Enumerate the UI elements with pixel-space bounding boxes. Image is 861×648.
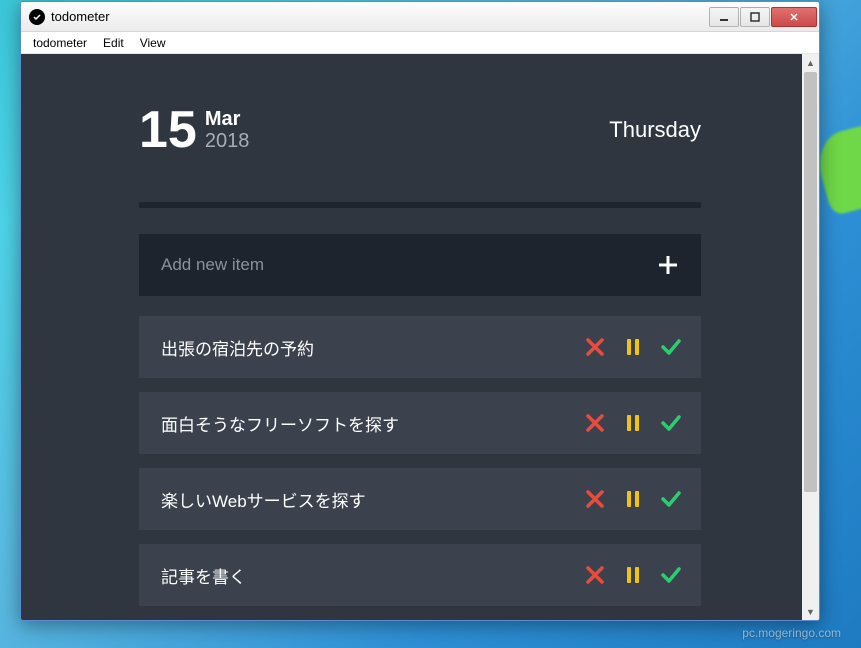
todo-item: 記事を書く: [139, 544, 701, 606]
todo-actions: [583, 487, 683, 511]
window-title: todometer: [51, 9, 709, 24]
scrollbar[interactable]: ▲ ▼: [802, 54, 819, 620]
delete-icon[interactable]: [583, 487, 607, 511]
todo-item: 出張の宿泊先の予約: [139, 316, 701, 378]
delete-icon[interactable]: [583, 563, 607, 587]
check-icon[interactable]: [659, 411, 683, 435]
todo-text: 出張の宿泊先の予約: [161, 335, 583, 360]
scrollbar-thumb[interactable]: [804, 72, 817, 492]
todo-text: 楽しいWebサービスを探す: [161, 487, 583, 512]
menu-edit[interactable]: Edit: [95, 34, 132, 52]
todo-text: 面白そうなフリーソフトを探す: [161, 411, 583, 436]
date-year: 2018: [205, 130, 250, 152]
pause-icon[interactable]: [621, 487, 645, 511]
menubar: todometer Edit View: [21, 32, 819, 54]
menu-view[interactable]: View: [132, 34, 174, 52]
minimize-button[interactable]: [709, 7, 739, 27]
app-window: todometer todometer Edit View 15 Mar: [20, 1, 820, 621]
todo-actions: [583, 411, 683, 435]
todo-actions: [583, 563, 683, 587]
menu-todometer[interactable]: todometer: [25, 34, 95, 52]
check-icon[interactable]: [659, 487, 683, 511]
app-content: 15 Mar 2018 Thursday 出張の宿泊先の予約面白そうなフリーソフ…: [21, 54, 819, 620]
progress-bar: [139, 202, 701, 208]
close-button[interactable]: [771, 7, 817, 27]
delete-icon[interactable]: [583, 335, 607, 359]
todo-list: 出張の宿泊先の予約面白そうなフリーソフトを探す楽しいWebサービスを探す記事を書…: [139, 316, 701, 606]
maximize-button[interactable]: [740, 7, 770, 27]
pause-icon[interactable]: [621, 563, 645, 587]
scroll-up-arrow[interactable]: ▲: [802, 54, 819, 71]
app-icon: [29, 9, 45, 25]
date-header: 15 Mar 2018 Thursday: [139, 104, 701, 156]
pause-icon[interactable]: [621, 411, 645, 435]
watermark: pc.mogeringo.com: [742, 626, 841, 640]
todo-text: 記事を書く: [161, 563, 583, 588]
date-weekday: Thursday: [609, 117, 701, 143]
window-controls: [709, 7, 817, 27]
plus-icon[interactable]: [657, 254, 679, 276]
todo-item: 楽しいWebサービスを探す: [139, 468, 701, 530]
add-item-input[interactable]: [161, 255, 657, 275]
pause-icon[interactable]: [621, 335, 645, 359]
scroll-down-arrow[interactable]: ▼: [802, 603, 819, 620]
todo-item: 面白そうなフリーソフトを探す: [139, 392, 701, 454]
delete-icon[interactable]: [583, 411, 607, 435]
add-item-row[interactable]: [139, 234, 701, 296]
check-icon[interactable]: [659, 563, 683, 587]
date-month: Mar: [205, 108, 250, 130]
check-icon[interactable]: [659, 335, 683, 359]
todo-actions: [583, 335, 683, 359]
date-day: 15: [139, 104, 197, 156]
titlebar[interactable]: todometer: [21, 2, 819, 32]
